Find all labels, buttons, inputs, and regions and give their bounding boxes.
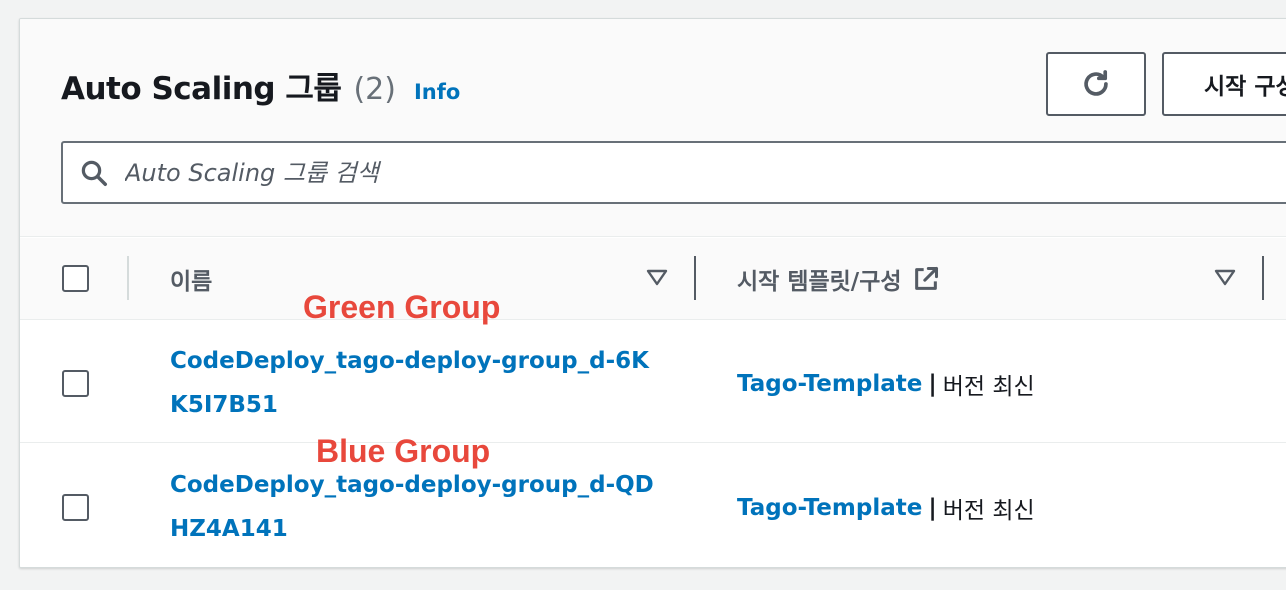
table-row[interactable]: CodeDeploy_tago-deploy-group_d-6KK5I7B51…: [20, 321, 1286, 443]
template-separator: |: [928, 495, 937, 521]
refresh-icon: [1084, 70, 1108, 96]
external-link-icon: [914, 266, 938, 290]
row-checkbox[interactable]: [62, 370, 89, 397]
template-separator: |: [928, 371, 937, 397]
select-all-checkbox[interactable]: [62, 265, 89, 292]
info-link[interactable]: Info: [414, 80, 460, 104]
page-title: Auto Scaling 그룹: [61, 71, 342, 107]
row-checkbox[interactable]: [62, 494, 89, 521]
search-input[interactable]: [125, 158, 1025, 187]
column-header-name[interactable]: 이름: [170, 262, 212, 296]
sort-down-icon[interactable]: [1214, 269, 1236, 287]
template-cell: Tago-Template | 버전 최신: [737, 491, 1035, 525]
group-name-link[interactable]: CodeDeploy_tago-deploy-group_d-6KK5I7B51: [170, 339, 660, 427]
launch-configuration-button[interactable]: 시작 구성: [1162, 52, 1286, 116]
table-row[interactable]: CodeDeploy_tago-deploy-group_d-QDHZ4A141…: [20, 444, 1286, 567]
template-cell: Tago-Template | 버전 최신: [737, 367, 1035, 401]
column-resizer[interactable]: [1262, 256, 1264, 300]
template-link[interactable]: Tago-Template: [737, 371, 922, 397]
group-count: (2): [353, 72, 396, 107]
search-icon: [79, 158, 109, 188]
auto-scaling-groups-panel: Auto Scaling 그룹 (2) Info 시작 구성 이름: [19, 18, 1286, 568]
green-group-annotation: Green Group: [303, 289, 501, 325]
search-box[interactable]: [61, 141, 1286, 204]
title-row: Auto Scaling 그룹 (2) Info: [61, 63, 460, 108]
column-header-template-label: 시작 템플릿/구성: [737, 269, 902, 295]
template-link[interactable]: Tago-Template: [737, 495, 922, 521]
panel-header: Auto Scaling 그룹 (2) Info 시작 구성: [20, 19, 1286, 237]
column-resizer[interactable]: [694, 256, 696, 300]
template-version: 버전 최신: [942, 498, 1035, 524]
blue-group-annotation: Blue Group: [316, 433, 491, 469]
table-header: 이름 시작 템플릿/구성: [20, 238, 1286, 320]
group-name-link[interactable]: CodeDeploy_tago-deploy-group_d-QDHZ4A141: [170, 463, 660, 551]
template-version: 버전 최신: [942, 374, 1035, 400]
column-divider: [127, 256, 129, 300]
refresh-button[interactable]: [1046, 52, 1146, 116]
column-header-template[interactable]: 시작 템플릿/구성: [737, 262, 940, 296]
sort-down-icon[interactable]: [646, 269, 668, 287]
